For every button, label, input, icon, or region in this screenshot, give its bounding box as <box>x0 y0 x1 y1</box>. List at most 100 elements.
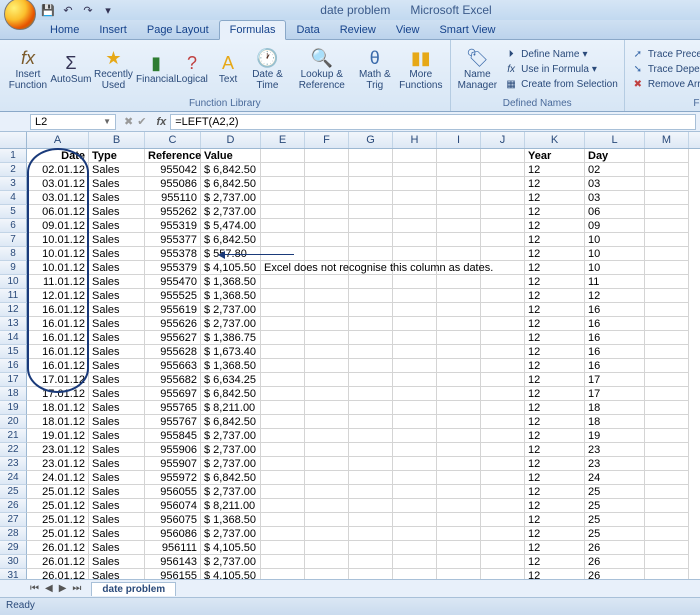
cell-L28[interactable]: 25 <box>585 527 645 541</box>
cell-C25[interactable]: 956055 <box>145 485 201 499</box>
cell-A31[interactable]: 26.01.12 <box>27 569 89 579</box>
cell-D16[interactable]: $ 1,368.50 <box>201 359 261 373</box>
create-from-selection-button[interactable]: ▦Create from Selection <box>502 78 620 92</box>
cell-L21[interactable]: 19 <box>585 429 645 443</box>
cell-I23[interactable] <box>437 457 481 471</box>
cell-H11[interactable] <box>393 289 437 303</box>
cell-J16[interactable] <box>481 359 525 373</box>
cell-A5[interactable]: 06.01.12 <box>27 205 89 219</box>
cell-A29[interactable]: 26.01.12 <box>27 541 89 555</box>
cell-I3[interactable] <box>437 177 481 191</box>
cell-G28[interactable] <box>349 527 393 541</box>
column-header-C[interactable]: C <box>145 132 201 148</box>
cell-G23[interactable] <box>349 457 393 471</box>
cell-C24[interactable]: 955972 <box>145 471 201 485</box>
cell-G5[interactable] <box>349 205 393 219</box>
cell-E2[interactable] <box>261 163 305 177</box>
cell-E5[interactable] <box>261 205 305 219</box>
cell-K15[interactable]: 12 <box>525 345 585 359</box>
cell-M2[interactable] <box>645 163 689 177</box>
row-header[interactable]: 28 <box>0 527 27 541</box>
cell-J29[interactable] <box>481 541 525 555</box>
cell-H5[interactable] <box>393 205 437 219</box>
cell-F13[interactable] <box>305 317 349 331</box>
cell-F22[interactable] <box>305 443 349 457</box>
cell-J6[interactable] <box>481 219 525 233</box>
cell-C29[interactable]: 956111 <box>145 541 201 555</box>
cell-A19[interactable]: 18.01.12 <box>27 401 89 415</box>
cell-B10[interactable]: Sales <box>89 275 145 289</box>
cell-L13[interactable]: 16 <box>585 317 645 331</box>
cell-I4[interactable] <box>437 191 481 205</box>
first-sheet-icon[interactable]: ⏮ <box>28 583 41 594</box>
cell-A14[interactable]: 16.01.12 <box>27 331 89 345</box>
cell-L20[interactable]: 18 <box>585 415 645 429</box>
cell-K24[interactable]: 12 <box>525 471 585 485</box>
undo-icon[interactable]: ↶ <box>60 2 76 18</box>
cell-F2[interactable] <box>305 163 349 177</box>
cell-J2[interactable] <box>481 163 525 177</box>
cell-A2[interactable]: 02.01.12 <box>27 163 89 177</box>
cell-L1[interactable]: Day <box>585 149 645 163</box>
cell-K31[interactable]: 12 <box>525 569 585 579</box>
cell-M12[interactable] <box>645 303 689 317</box>
recently-used-button[interactable]: ★Recently Used <box>90 48 137 92</box>
column-header-F[interactable]: F <box>305 132 349 148</box>
cell-A18[interactable]: 17.01.12 <box>27 387 89 401</box>
row-header[interactable]: 22 <box>0 443 27 457</box>
cell-A21[interactable]: 19.01.12 <box>27 429 89 443</box>
cell-I12[interactable] <box>437 303 481 317</box>
cell-A22[interactable]: 23.01.12 <box>27 443 89 457</box>
cell-H3[interactable] <box>393 177 437 191</box>
column-header-H[interactable]: H <box>393 132 437 148</box>
cell-E11[interactable] <box>261 289 305 303</box>
cell-K30[interactable]: 12 <box>525 555 585 569</box>
cell-J26[interactable] <box>481 499 525 513</box>
cell-K26[interactable]: 12 <box>525 499 585 513</box>
cell-D5[interactable]: $ 2,737.00 <box>201 205 261 219</box>
cell-H16[interactable] <box>393 359 437 373</box>
cell-B31[interactable]: Sales <box>89 569 145 579</box>
cell-C22[interactable]: 955906 <box>145 443 201 457</box>
column-header-E[interactable]: E <box>261 132 305 148</box>
cell-C30[interactable]: 956143 <box>145 555 201 569</box>
cell-B12[interactable]: Sales <box>89 303 145 317</box>
spreadsheet-grid[interactable]: ABCDEFGHIJKLM 1DateTypeReferenceValueYea… <box>0 132 700 579</box>
cell-F4[interactable] <box>305 191 349 205</box>
cell-H12[interactable] <box>393 303 437 317</box>
cell-I25[interactable] <box>437 485 481 499</box>
cell-G27[interactable] <box>349 513 393 527</box>
column-header-L[interactable]: L <box>585 132 645 148</box>
cell-G29[interactable] <box>349 541 393 555</box>
cell-M23[interactable] <box>645 457 689 471</box>
cell-K17[interactable]: 12 <box>525 373 585 387</box>
cell-G6[interactable] <box>349 219 393 233</box>
cell-J17[interactable] <box>481 373 525 387</box>
cell-E28[interactable] <box>261 527 305 541</box>
cell-A10[interactable]: 11.01.12 <box>27 275 89 289</box>
cell-B3[interactable]: Sales <box>89 177 145 191</box>
row-header[interactable]: 31 <box>0 569 27 579</box>
cell-M5[interactable] <box>645 205 689 219</box>
cell-I18[interactable] <box>437 387 481 401</box>
cell-B13[interactable]: Sales <box>89 317 145 331</box>
cell-A11[interactable]: 12.01.12 <box>27 289 89 303</box>
cell-L23[interactable]: 23 <box>585 457 645 471</box>
cell-L19[interactable]: 18 <box>585 401 645 415</box>
tab-formulas[interactable]: Formulas <box>219 20 287 40</box>
cell-L3[interactable]: 03 <box>585 177 645 191</box>
cell-C4[interactable]: 955110 <box>145 191 201 205</box>
dropdown-icon[interactable]: ▼ <box>103 117 111 126</box>
cell-A25[interactable]: 25.01.12 <box>27 485 89 499</box>
cell-H10[interactable] <box>393 275 437 289</box>
cell-K3[interactable]: 12 <box>525 177 585 191</box>
cell-B16[interactable]: Sales <box>89 359 145 373</box>
row-header[interactable]: 26 <box>0 499 27 513</box>
cell-K27[interactable]: 12 <box>525 513 585 527</box>
cell-M7[interactable] <box>645 233 689 247</box>
autosum-button[interactable]: ΣAutoSum <box>54 53 88 86</box>
cell-L4[interactable]: 03 <box>585 191 645 205</box>
grid-body[interactable]: 1DateTypeReferenceValueYearDay202.01.12S… <box>0 149 700 579</box>
cell-E9[interactable]: Excel does not recognise this column as … <box>261 261 305 275</box>
cell-M13[interactable] <box>645 317 689 331</box>
